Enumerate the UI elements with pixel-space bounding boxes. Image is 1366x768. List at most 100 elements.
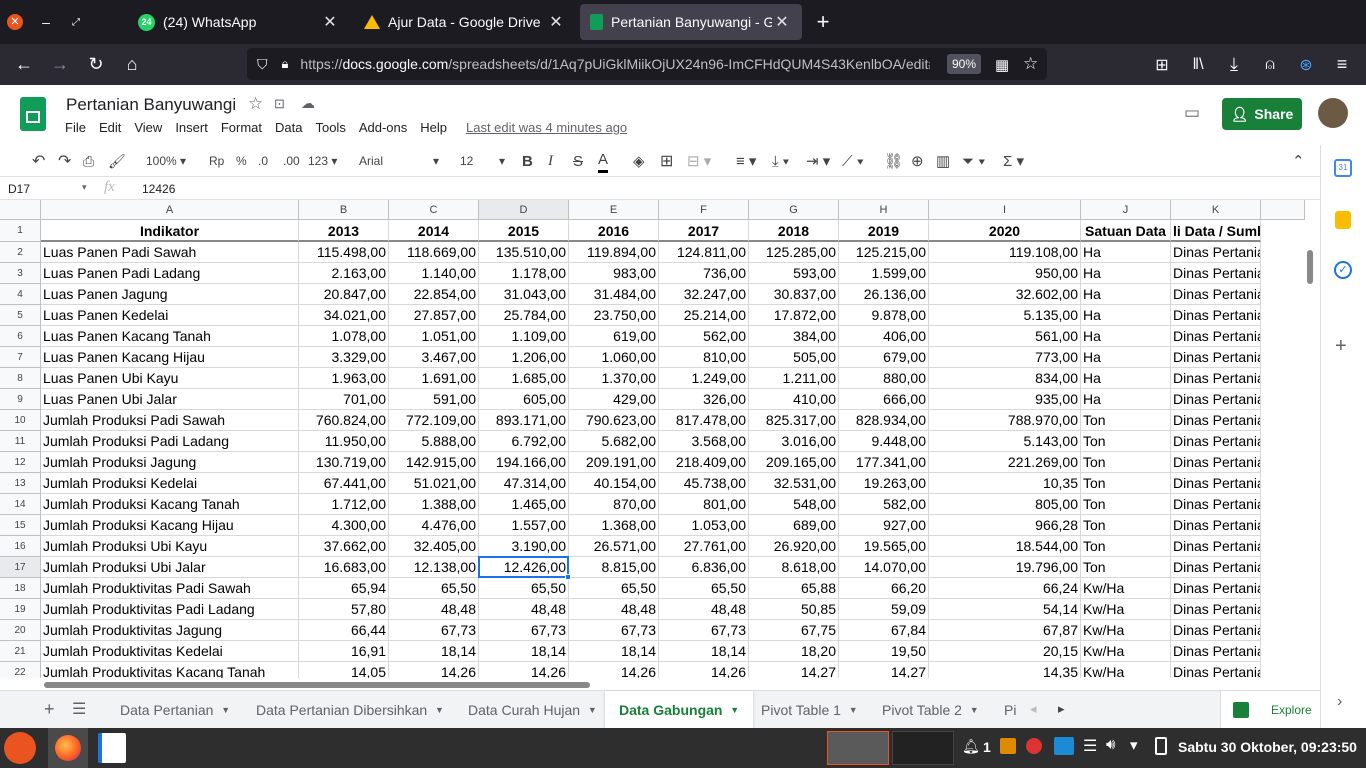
name-box[interactable]: D17 [8,182,30,196]
table-cell[interactable]: 142.915,00 [389,452,479,473]
wifi-icon[interactable]: ▾ [1130,736,1138,754]
close-window-icon[interactable]: ✕ [4,0,26,44]
table-cell[interactable]: 20,15 [929,641,1081,662]
table-cell[interactable]: 817.478,00 [659,410,749,431]
row-header[interactable]: 7 [0,347,41,368]
table-cell[interactable]: 48,48 [659,599,749,620]
row-header[interactable]: 15 [0,515,41,536]
table-cell[interactable]: 115.498,00 [299,242,389,263]
more-formats-select[interactable]: 123 ▾ [308,149,337,173]
explore-button[interactable]: Explore [1220,691,1320,729]
column-header[interactable]: F [659,200,749,220]
table-cell[interactable]: Kw/Ha [1081,620,1171,641]
table-cell[interactable]: 1.140,00 [389,263,479,284]
header-cell[interactable]: Satuan Data [1081,220,1171,242]
table-cell[interactable]: Ton [1081,410,1171,431]
menu-insert[interactable]: Insert [175,120,208,135]
home-icon[interactable]: ⌂ [114,44,150,85]
column-header[interactable]: G [749,200,839,220]
table-cell[interactable]: 37.662,00 [299,536,389,557]
table-cell[interactable]: 17.872,00 [749,305,839,326]
table-cell[interactable]: 593,00 [749,263,839,284]
sheet-tab-data-gabungan[interactable]: Data Gabungan ▼ [605,691,754,729]
font-size-select[interactable]: 12 ▾ [460,149,505,173]
font-select[interactable]: Arial ▾ [359,149,439,173]
table-cell[interactable]: 14,26 [479,662,569,678]
table-cell[interactable]: 26.571,00 [569,536,659,557]
table-cell[interactable]: 67,87 [929,620,1081,641]
table-cell[interactable]: Kw/Ha [1081,578,1171,599]
keep-icon[interactable] [1335,211,1351,229]
table-cell[interactable]: 384,00 [749,326,839,347]
table-cell[interactable]: 14,05 [299,662,389,678]
table-cell[interactable]: Kw/Ha [1081,599,1171,620]
table-cell[interactable]: 3.016,00 [749,431,839,452]
column-header[interactable]: C [389,200,479,220]
collapse-menus-icon[interactable]: ⌃ [1292,149,1305,173]
zoom-level[interactable]: 90% [947,54,981,74]
table-cell[interactable]: 805,00 [929,494,1081,515]
table-cell[interactable]: 65,88 [749,578,839,599]
sheet-tab-dibersihkan[interactable]: Data Pertanian Dibersihkan ▼ [242,691,458,729]
sheet-tab-curah-hujan[interactable]: Data Curah Hujan ▼ [454,691,611,729]
table-cell[interactable]: 5.143,00 [929,431,1081,452]
table-cell[interactable]: 45.738,00 [659,473,749,494]
select-all-corner[interactable] [0,200,41,220]
table-cell[interactable]: 10,35 [929,473,1081,494]
shield-icon[interactable]: ⛉ [257,56,268,73]
table-cell[interactable]: Dinas Pertanian dan [1171,641,1261,662]
filter-icon[interactable]: ⏷ ▾ [962,149,986,173]
table-cell[interactable]: 25.214,00 [659,305,749,326]
table-cell[interactable]: 67,84 [839,620,929,641]
table-cell[interactable]: 18,14 [659,641,749,662]
column-header[interactable]: A [41,200,299,220]
table-cell[interactable]: 14,27 [749,662,839,678]
row-header[interactable]: 22 [0,662,41,678]
firefox-icon[interactable] [48,728,88,768]
row-header[interactable]: 16 [0,536,41,557]
table-cell[interactable]: 26.920,00 [749,536,839,557]
table-cell[interactable]: 410,00 [749,389,839,410]
table-cell[interactable]: 67.441,00 [299,473,389,494]
close-tab-icon[interactable]: ✕ [546,12,566,32]
menu-icon[interactable]: ≡ [1324,44,1360,85]
table-cell[interactable]: Jumlah Produksi Kacang Tanah [41,494,299,515]
table-cell[interactable]: Luas Panen Kedelai [41,305,299,326]
table-cell[interactable]: 5.888,00 [389,431,479,452]
table-cell[interactable]: 406,00 [839,326,929,347]
table-cell[interactable]: Kw/Ha [1081,662,1171,678]
table-cell[interactable]: 25.784,00 [479,305,569,326]
table-cell[interactable]: Jumlah Produktivitas Padi Ladang [41,599,299,620]
table-cell[interactable]: 3.329,00 [299,347,389,368]
add-sheet-icon[interactable]: + [44,699,55,720]
menu-edit[interactable]: Edit [99,120,121,135]
table-cell[interactable]: 801,00 [659,494,749,515]
table-cell[interactable]: 31.043,00 [479,284,569,305]
table-cell[interactable]: 6.792,00 [479,431,569,452]
table-cell[interactable]: 701,00 [299,389,389,410]
text-color-icon[interactable]: A [598,149,609,173]
table-cell[interactable]: Ha [1081,305,1171,326]
table-cell[interactable]: 1.060,00 [569,347,659,368]
header-cell[interactable]: 2013 [299,220,389,242]
table-cell[interactable]: Jumlah Produktivitas Padi Sawah [41,578,299,599]
formula-input[interactable]: 12426 [142,182,175,196]
table-cell[interactable]: 893.171,00 [479,410,569,431]
sheet-tab-pivot-1[interactable]: Pivot Table 1 ▼ [747,691,872,729]
table-cell[interactable]: Dinas Pertanian dan [1171,557,1261,578]
table-cell[interactable]: 14.070,00 [839,557,929,578]
table-cell[interactable]: 48,48 [569,599,659,620]
last-edit-link[interactable]: Last edit was 4 minutes ago [466,120,627,135]
table-cell[interactable]: 66,20 [839,578,929,599]
table-cell[interactable]: 880,00 [839,368,929,389]
sheet-tab-data-pertanian[interactable]: Data Pertanian ▼ [106,691,244,729]
table-cell[interactable]: 1.368,00 [569,515,659,536]
table-cell[interactable]: 505,00 [749,347,839,368]
table-cell[interactable]: 32.247,00 [659,284,749,305]
table-cell[interactable]: 19.565,00 [839,536,929,557]
sheet-tab-truncated[interactable]: Pi [990,691,1018,729]
row-header[interactable]: 8 [0,368,41,389]
table-cell[interactable]: 65,50 [479,578,569,599]
table-cell[interactable]: 689,00 [749,515,839,536]
table-cell[interactable]: 772.109,00 [389,410,479,431]
